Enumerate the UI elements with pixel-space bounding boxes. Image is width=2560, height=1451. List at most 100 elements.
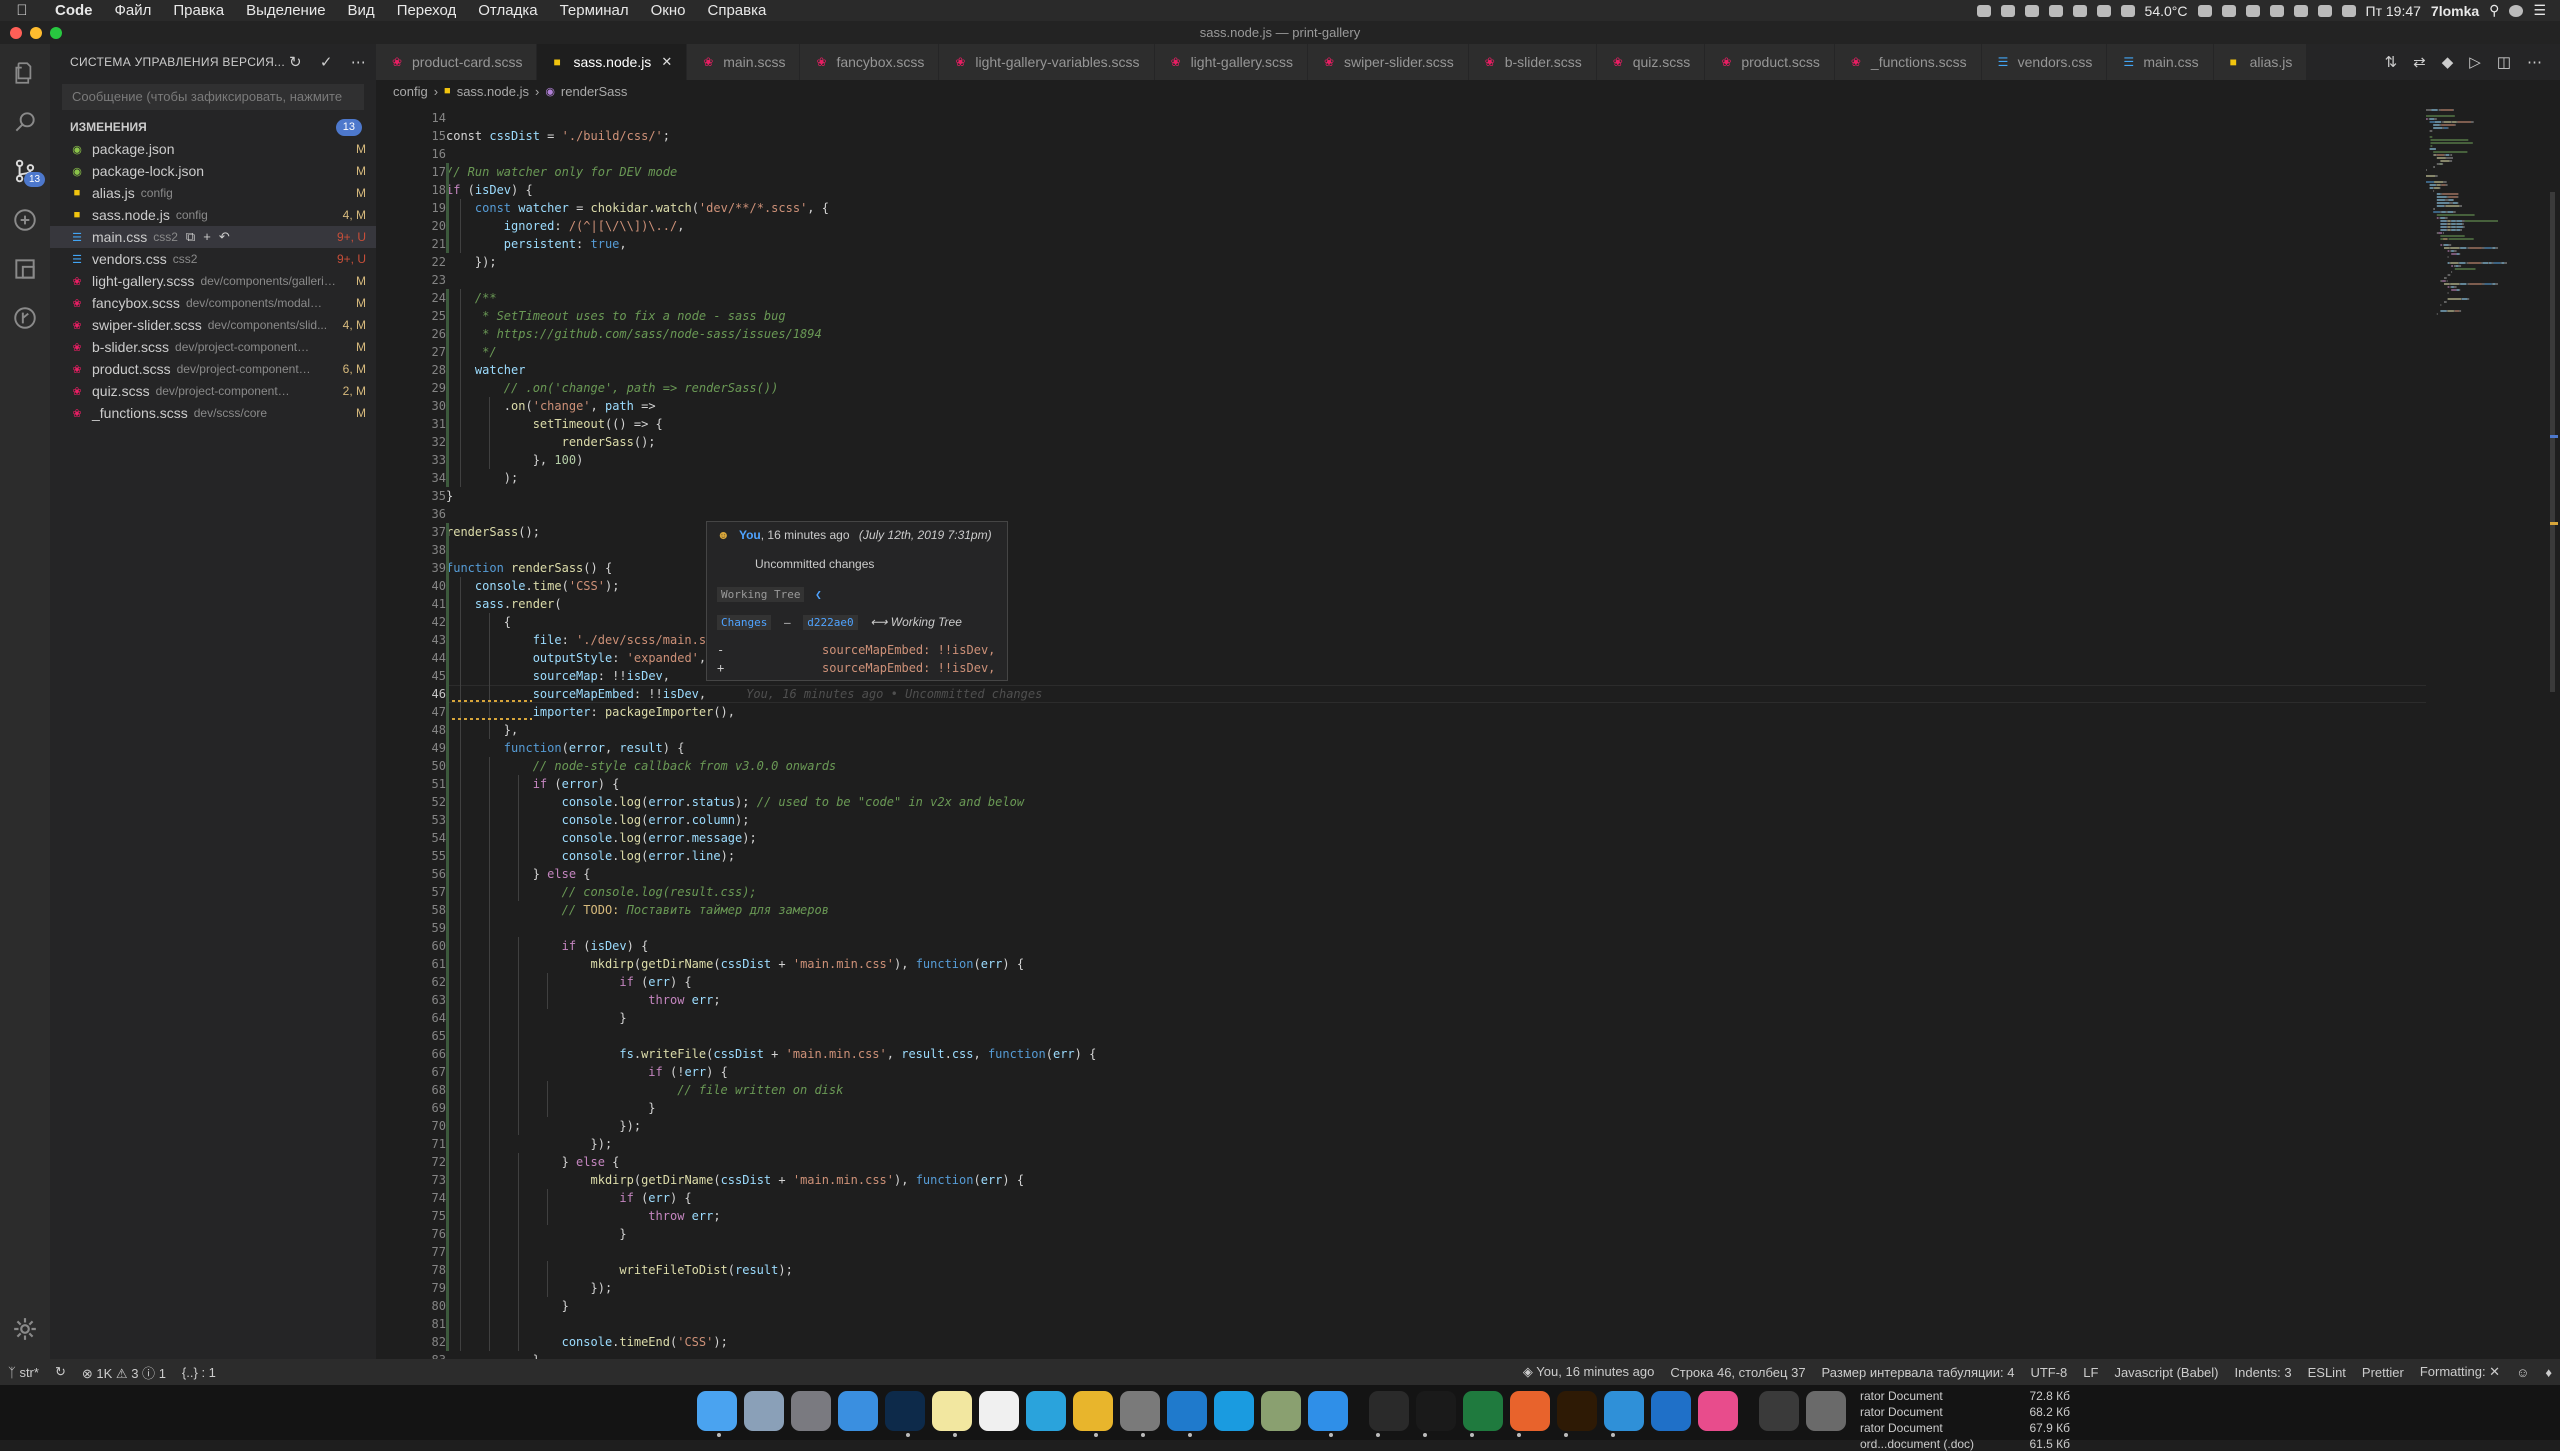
status-app-icon[interactable] [2221,4,2236,17]
indents-status[interactable]: Indents: 3 [2227,1365,2300,1380]
spotlight-icon[interactable]: ⚲ [2489,2,2499,19]
stage-plus-icon[interactable]: + [203,229,211,245]
breadcrumb-folder[interactable]: config [393,84,428,99]
cloud-icon[interactable] [2197,4,2212,17]
more-actions-icon[interactable]: ⋯ [351,53,366,71]
changed-file-item[interactable]: ❀ _functions.scss dev/scss/core M [50,402,376,424]
rocket-icon[interactable] [791,1391,831,1431]
stack-file-item[interactable]: rator Document 67.9 Кб [1860,1421,2070,1435]
changes-group[interactable]: ИЗМЕНЕНИЯ 13 [50,116,376,138]
skype-icon[interactable] [1214,1391,1254,1431]
stack-file-item[interactable]: rator Document 68.2 Кб [1860,1405,2070,1419]
working-tree-tag[interactable]: Working Tree [717,587,805,602]
user-name[interactable]: 7lomka [2431,3,2479,19]
maximize-window-button[interactable] [50,27,62,39]
details-link-icon[interactable]: ❮ [815,588,822,601]
teamviewer-icon[interactable] [1651,1391,1691,1431]
apple-icon[interactable]:  [0,2,44,19]
gitlens-blame-status[interactable]: ◈ You, 16 minutes ago [1515,1364,1662,1380]
trash-icon[interactable] [1806,1391,1846,1431]
chrome-icon[interactable] [1073,1391,1113,1431]
calendar-icon[interactable] [979,1391,1019,1431]
system-preferences-icon[interactable] [1120,1391,1160,1431]
gitlens-icon[interactable] [10,303,40,333]
scrollbar-thumb[interactable] [2550,192,2555,692]
changed-file-item[interactable]: ◉ package.json M [50,138,376,160]
menu-terminal[interactable]: Терминал [549,2,640,19]
close-tab-icon[interactable]: ✕ [661,54,672,70]
clock[interactable]: Пт 19:47 [2366,3,2421,19]
download-icon[interactable] [2048,4,2063,17]
itunes-icon[interactable] [1698,1391,1738,1431]
notifications-bell-icon[interactable]: ♦ [2537,1365,2560,1380]
tab-main-scss[interactable]: ❀ main.scss [687,44,801,80]
changed-file-item[interactable]: ☰ main.css css2 ⧉ + ↶ 9+, U [50,226,376,248]
split-editor-icon[interactable]: ◫ [2497,53,2511,71]
safari-icon[interactable] [838,1391,878,1431]
commit-check-icon[interactable]: ✓ [320,53,333,71]
breadcrumb-file[interactable]: sass.node.js [457,84,529,99]
wifi-icon[interactable] [2293,4,2308,17]
menu-selection[interactable]: Выделение [235,2,336,19]
activity-monitor-icon[interactable] [1369,1391,1409,1431]
stack-icon[interactable] [1759,1391,1799,1431]
status-app-icon[interactable] [2096,4,2111,17]
excel-icon[interactable] [1463,1391,1503,1431]
indentation-status[interactable]: Размер интервала табуляции: 4 [1814,1365,2023,1380]
menu-edit[interactable]: Правка [162,2,235,19]
cursor-position[interactable]: Строка 46, столбец 37 [1662,1365,1813,1380]
menu-app[interactable]: Code [44,2,104,19]
app-icon[interactable] [1604,1391,1644,1431]
tab-vendors-css[interactable]: ☰ vendors.css [1981,44,2108,80]
changed-file-item[interactable]: ■ alias.js config M [50,182,376,204]
status-app-icon[interactable] [2120,4,2135,17]
inline-blame-annotation[interactable]: You, 16 minutes ago • Uncommitted change… [746,687,1042,701]
vscode-icon[interactable] [1167,1391,1207,1431]
tab--functions-scss[interactable]: ❀ _functions.scss [1834,44,1982,80]
tab-b-slider-scss[interactable]: ❀ b-slider.scss [1468,44,1597,80]
stack-file-item[interactable]: rator Document 72.8 Кб [1860,1389,2070,1403]
prettier-status[interactable]: Prettier [2354,1365,2412,1380]
menu-debug[interactable]: Отладка [467,2,548,19]
minimap[interactable] [2420,102,2540,802]
menu-window[interactable]: Окно [640,2,697,19]
eol-status[interactable]: LF [2075,1365,2106,1380]
tab-fancybox-scss[interactable]: ❀ fancybox.scss [800,44,940,80]
gitlens-blame-icon[interactable]: ◆ [2442,53,2454,71]
commit-sha-link[interactable]: d222ae0 [803,615,858,630]
tab-product-scss[interactable]: ❀ product.scss [1705,44,1835,80]
code-editor[interactable]: const cssDist = './build/css/'; // Run wa… [446,102,2426,1367]
tab-light-gallery-variables-scss[interactable]: ❀ light-gallery-variables.scss [939,44,1155,80]
photoshop-icon[interactable] [885,1391,925,1431]
tab-light-gallery-scss[interactable]: ❀ light-gallery.scss [1154,44,1308,80]
app-icon[interactable] [1261,1391,1301,1431]
tab-swiper-slider-scss[interactable]: ❀ swiper-slider.scss [1308,44,1469,80]
status-app-icon[interactable] [2000,4,2015,17]
debug-icon[interactable] [10,205,40,235]
skype-icon[interactable] [2024,4,2039,17]
volume-icon[interactable] [2317,4,2332,17]
feedback-icon[interactable]: ☺ [2508,1365,2537,1380]
breadcrumb-symbol[interactable]: renderSass [561,84,627,99]
more-actions-icon[interactable]: ⋯ [2527,53,2542,71]
formatting-status[interactable]: Formatting: ✕ [2412,1364,2508,1380]
editor-scrollbar[interactable] [2548,102,2558,1359]
changed-file-item[interactable]: ❀ product.scss dev/project-components/p...… [50,358,376,380]
changed-file-item[interactable]: ■ sass.node.js config 4, M [50,204,376,226]
changes-link[interactable]: Changes [717,615,772,630]
changed-file-item[interactable]: ❀ light-gallery.scss dev/components/galler… [50,270,376,292]
changed-file-item[interactable]: ❀ swiper-slider.scss dev/components/slid..… [50,314,376,336]
eslint-status[interactable]: ESLint [2300,1365,2354,1380]
tab-product-card-scss[interactable]: ❀ product-card.scss [376,44,538,80]
illustrator-icon[interactable] [1557,1391,1597,1431]
search-icon[interactable] [10,107,40,137]
tab-sass-node-js[interactable]: ■ sass.node.js ✕ [537,44,688,80]
close-window-button[interactable] [10,27,22,39]
cpu-temp[interactable]: 54.0°C [2145,3,2188,19]
problems-status[interactable]: ⊗ 1K ⚠ 3 ⓘ 1 [74,1363,174,1382]
extensions-icon[interactable] [10,254,40,284]
branch-status[interactable]: ᛉ str* [0,1365,47,1380]
time-machine-icon[interactable] [2269,4,2284,17]
changed-file-item[interactable]: ◉ package-lock.json M [50,160,376,182]
telegram-icon[interactable] [1026,1391,1066,1431]
